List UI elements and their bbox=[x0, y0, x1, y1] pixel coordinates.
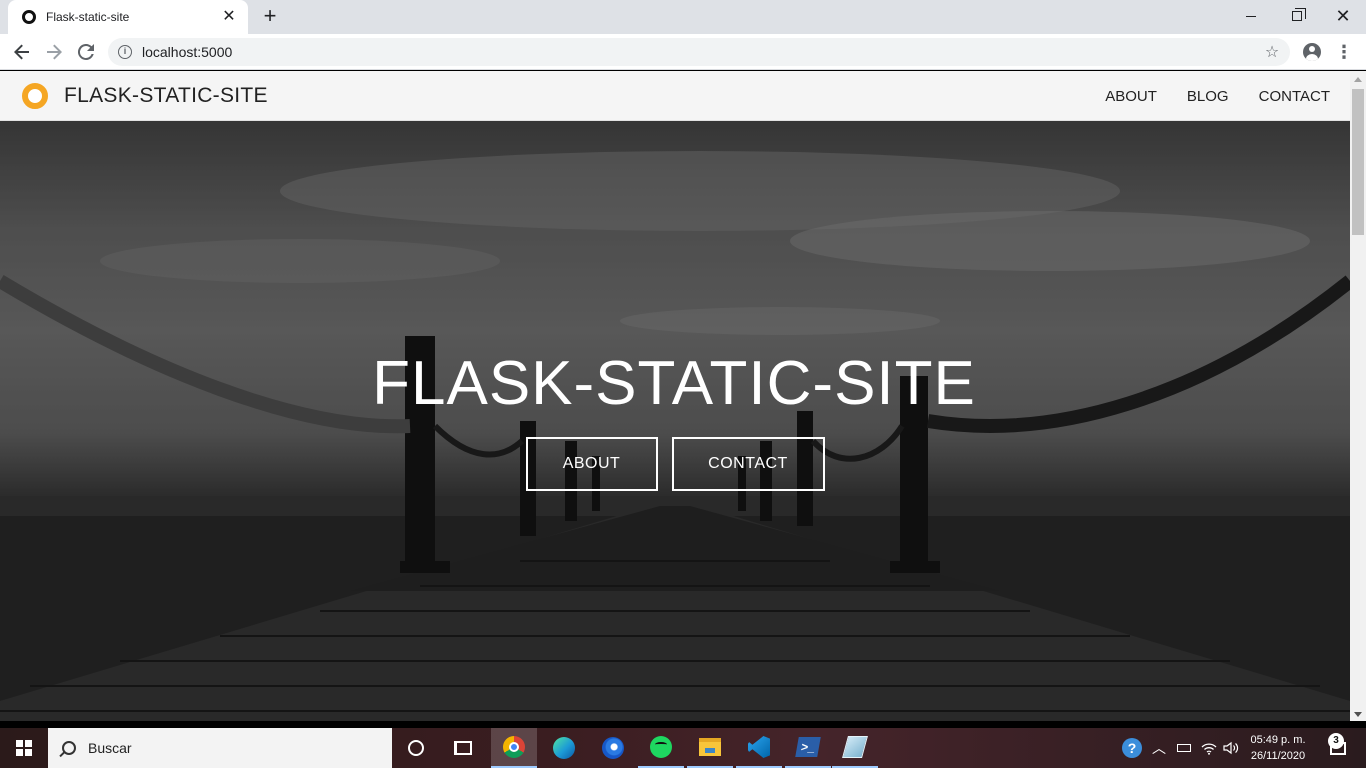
nav-links: ABOUT BLOG CONTACT bbox=[1105, 88, 1330, 105]
browser-titlebar: Flask-static-site ✕ + ✕ bbox=[0, 0, 1366, 34]
nav-link-about[interactable]: ABOUT bbox=[1105, 88, 1157, 105]
task-view-button[interactable] bbox=[440, 728, 486, 768]
hero-title: FLASK-STATIC-SITE bbox=[372, 349, 976, 418]
taskbar-search-placeholder: Buscar bbox=[88, 740, 132, 756]
page-scrollbar[interactable] bbox=[1350, 71, 1366, 721]
hero-section: FLASK-STATIC-SITE ABOUT CONTACT bbox=[0, 121, 1350, 721]
tray-battery[interactable] bbox=[1172, 728, 1196, 768]
task-view-icon bbox=[454, 741, 472, 755]
minimize-icon bbox=[1246, 15, 1256, 17]
new-tab-button[interactable]: + bbox=[258, 5, 282, 29]
tray-help-button[interactable]: ? bbox=[1120, 728, 1144, 768]
wifi-icon bbox=[1201, 743, 1217, 755]
tab-title: Flask-static-site bbox=[46, 10, 130, 24]
volume-icon bbox=[1223, 741, 1239, 755]
hero-about-button[interactable]: ABOUT bbox=[525, 437, 658, 491]
taskbar-search-box[interactable]: Buscar bbox=[48, 728, 392, 768]
chrome-icon bbox=[503, 736, 525, 758]
tray-network[interactable] bbox=[1198, 728, 1220, 768]
tray-volume[interactable] bbox=[1220, 728, 1242, 768]
windows-logo-icon bbox=[16, 740, 32, 756]
spotify-icon bbox=[650, 736, 672, 758]
taskbar-misc-app[interactable] bbox=[832, 728, 878, 768]
scroll-down-arrow-icon[interactable] bbox=[1354, 712, 1362, 717]
file-explorer-icon bbox=[699, 738, 721, 756]
battery-icon bbox=[1177, 744, 1191, 752]
edge-icon bbox=[553, 737, 575, 759]
window-restore-button[interactable] bbox=[1274, 0, 1320, 32]
scrollbar-thumb[interactable] bbox=[1352, 89, 1364, 235]
cortana-icon bbox=[408, 740, 424, 756]
profile-avatar-icon bbox=[1303, 43, 1321, 61]
brand-logo-icon[interactable] bbox=[22, 83, 48, 109]
window-close-button[interactable]: ✕ bbox=[1320, 0, 1366, 32]
site-navbar: FLASK-STATIC-SITE ABOUT BLOG CONTACT bbox=[0, 71, 1350, 121]
hero-contact-button[interactable]: CONTACT bbox=[671, 437, 825, 491]
nav-link-contact[interactable]: CONTACT bbox=[1259, 88, 1330, 105]
nav-link-blog[interactable]: BLOG bbox=[1187, 88, 1229, 105]
hero-content: FLASK-STATIC-SITE ABOUT CONTACT bbox=[0, 349, 1350, 491]
reload-icon bbox=[78, 44, 94, 60]
profile-button[interactable] bbox=[1298, 38, 1326, 66]
tray-clock[interactable]: 05:49 p. m. 26/11/2020 bbox=[1244, 728, 1312, 768]
taskbar-edge[interactable] bbox=[541, 728, 587, 768]
vscode-icon bbox=[748, 736, 770, 758]
forward-arrow-icon bbox=[47, 44, 62, 60]
cortana-button[interactable] bbox=[393, 728, 439, 768]
taskbar-powershell[interactable]: >_ bbox=[785, 728, 831, 768]
hero-buttons: ABOUT CONTACT bbox=[0, 437, 1350, 491]
scroll-up-arrow-icon[interactable] bbox=[1354, 77, 1362, 82]
misc-app-icon bbox=[842, 736, 868, 758]
bookmark-star-icon[interactable]: ☆ bbox=[1258, 42, 1286, 62]
taskbar-file-explorer[interactable] bbox=[687, 728, 733, 768]
help-icon: ? bbox=[1122, 738, 1142, 758]
windows-taskbar: Buscar >_ ? ︿ 05:49 p. m. 26/11/2020 3 bbox=[0, 728, 1366, 768]
start-button[interactable] bbox=[0, 728, 48, 768]
back-button[interactable] bbox=[8, 38, 36, 66]
taskbar-vscode[interactable] bbox=[736, 728, 782, 768]
forward-button[interactable] bbox=[40, 38, 68, 66]
clock-time: 05:49 p. m. bbox=[1250, 734, 1306, 746]
firefox-icon bbox=[602, 737, 624, 759]
site-info-icon[interactable]: i bbox=[118, 45, 132, 59]
brand-name[interactable]: FLASK-STATIC-SITE bbox=[64, 84, 268, 108]
chevron-up-icon: ︿ bbox=[1152, 740, 1166, 756]
action-center-button[interactable]: 3 bbox=[1318, 728, 1358, 768]
url-text[interactable]: localhost:5000 bbox=[142, 44, 1258, 60]
tray-show-hidden-icons[interactable]: ︿ bbox=[1148, 728, 1170, 768]
taskbar-firefox[interactable] bbox=[590, 728, 636, 768]
browser-toolbar: i localhost:5000 ☆ ⋮ bbox=[0, 34, 1366, 70]
page-viewport: FLASK-STATIC-SITE ABOUT BLOG CONTACT FLA… bbox=[0, 71, 1350, 721]
reload-button[interactable] bbox=[72, 38, 100, 66]
back-arrow-icon bbox=[14, 44, 29, 60]
tab-close-icon[interactable]: ✕ bbox=[220, 9, 238, 25]
browser-menu-button[interactable]: ⋮ bbox=[1330, 38, 1358, 66]
powershell-icon: >_ bbox=[795, 737, 821, 757]
clock-date: 26/11/2020 bbox=[1250, 750, 1306, 762]
search-icon bbox=[62, 741, 76, 755]
tab-favicon-icon bbox=[22, 10, 36, 24]
browser-tab[interactable]: Flask-static-site ✕ bbox=[8, 0, 248, 34]
address-bar[interactable]: i localhost:5000 ☆ bbox=[108, 38, 1290, 66]
restore-icon bbox=[1292, 8, 1306, 21]
window-minimize-button[interactable] bbox=[1228, 0, 1274, 32]
taskbar-chrome[interactable] bbox=[491, 728, 537, 768]
notification-count-badge: 3 bbox=[1328, 733, 1344, 749]
taskbar-spotify[interactable] bbox=[638, 728, 684, 768]
